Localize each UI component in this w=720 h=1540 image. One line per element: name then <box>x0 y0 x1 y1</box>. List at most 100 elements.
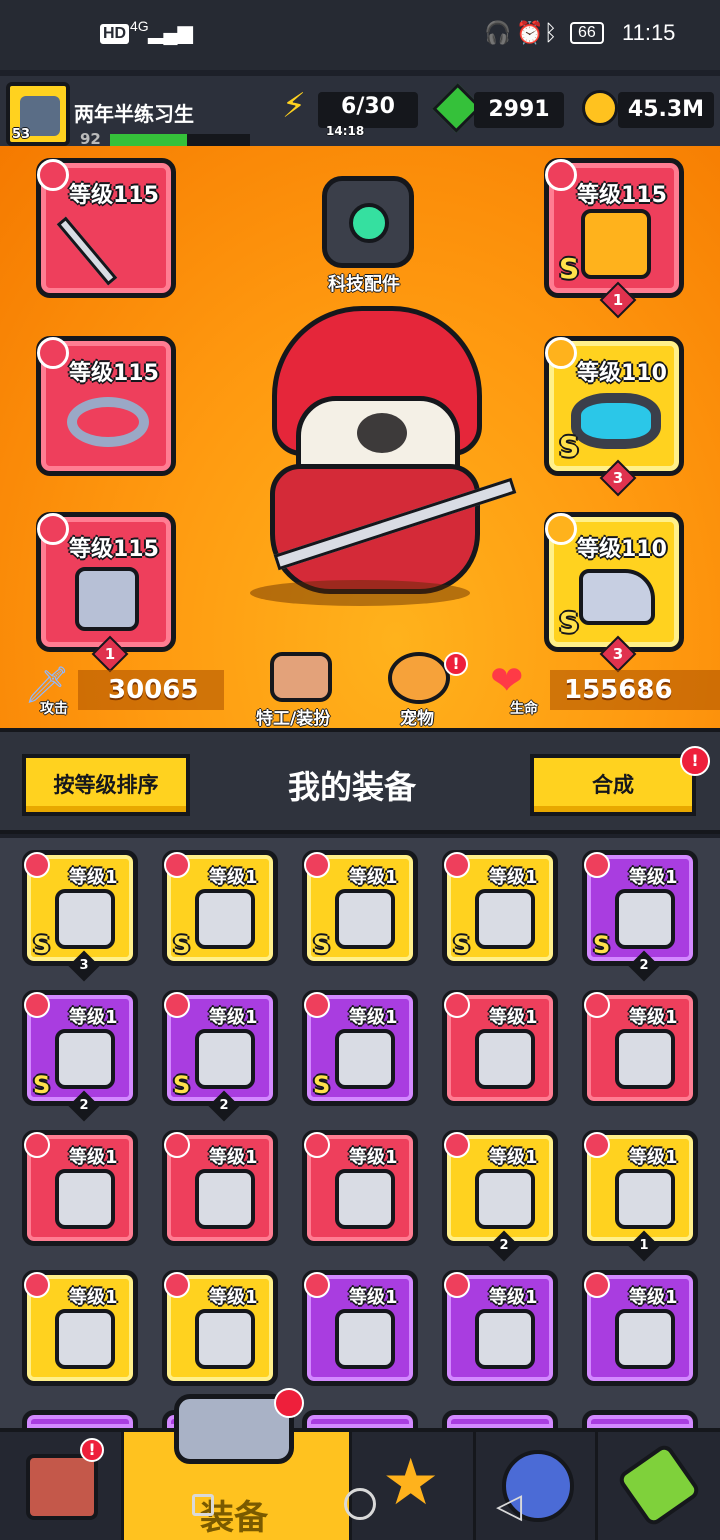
slot-level: 等级115 <box>69 183 159 208</box>
inventory-item-partial[interactable] <box>22 1410 138 1428</box>
merge-button[interactable]: 合成 <box>530 754 696 816</box>
pet-label[interactable]: 宠物 <box>400 704 434 728</box>
mech-armor-icon <box>581 209 651 279</box>
section-title: 我的装备 <box>288 768 417 806</box>
sort-by-level-button[interactable]: 按等级排序 <box>22 754 190 816</box>
item-type-icon <box>304 992 330 1018</box>
item-type-icon <box>304 1272 330 1298</box>
home-button-icon[interactable] <box>344 1488 376 1520</box>
inventory-item[interactable]: 等级1 1 <box>582 1130 698 1262</box>
inventory-item[interactable]: 等级1 <box>582 1270 698 1386</box>
inventory-item[interactable]: 等级1 S 3 <box>22 850 138 982</box>
energy-value: 6/30 <box>318 92 418 128</box>
item-type-icon <box>444 852 470 878</box>
equip-slot-necklace[interactable]: 等级115 <box>36 336 176 476</box>
inventory-item[interactable]: 等级1 <box>162 1130 278 1246</box>
dupe-count: 1 <box>91 635 129 673</box>
dna-battery-icon <box>615 1441 703 1529</box>
sword-icon <box>56 216 118 286</box>
item-level: 等级1 <box>69 867 118 888</box>
inventory-item[interactable]: 等级1 S 2 <box>22 990 138 1122</box>
item-type-icon <box>24 852 50 878</box>
agent-label[interactable]: 特工/装扮 <box>256 704 330 728</box>
clock: 11:15 <box>622 20 676 45</box>
equip-slot-weapon[interactable]: 等级115 <box>36 158 176 298</box>
inventory-item[interactable]: 等级1 <box>582 990 698 1106</box>
item-level: 等级1 <box>209 1287 258 1308</box>
equipment-toolbar: 按等级排序 我的装备 合成 ! <box>0 728 720 834</box>
hero-eyes <box>357 413 407 453</box>
inventory-item-partial[interactable] <box>442 1410 558 1428</box>
inventory-item-partial[interactable] <box>302 1410 418 1428</box>
s-rank-badge: S <box>173 1071 191 1099</box>
inventory-item[interactable]: 等级1 S 2 <box>582 850 698 982</box>
tab-shop[interactable]: ! <box>0 1432 124 1540</box>
dupe-count: 3 <box>68 950 100 982</box>
hero-panel: 等级115 等级115 等级115 1 等级115 S 1 等级110 S 3 … <box>0 146 720 728</box>
armor-type-icon <box>545 159 577 191</box>
item-art-icon <box>475 1029 535 1089</box>
item-art-icon <box>55 889 115 949</box>
recents-button-icon[interactable] <box>192 1494 214 1516</box>
attack-value: 30065 <box>78 670 224 710</box>
inventory-item[interactable]: 等级1 S <box>302 850 418 966</box>
tech-parts-button[interactable] <box>322 176 414 268</box>
tab-talents[interactable]: ★ <box>352 1432 476 1540</box>
tab-world[interactable] <box>476 1432 598 1540</box>
hd-icon: HD <box>100 24 130 44</box>
inventory-item-partial[interactable] <box>582 1410 698 1428</box>
inventory-item[interactable]: 等级1 <box>302 1270 418 1386</box>
pet-dog-icon[interactable] <box>388 652 450 704</box>
item-level: 等级1 <box>629 1007 678 1028</box>
equip-slot-boots[interactable]: 等级110 S 3 <box>544 512 684 673</box>
player-name: 两年半练习生 <box>74 102 194 126</box>
tab-evolution[interactable] <box>598 1432 720 1540</box>
dupe-count: 3 <box>599 459 637 497</box>
item-art-icon <box>195 1309 255 1369</box>
item-type-icon <box>444 1272 470 1298</box>
coin-icon[interactable] <box>582 90 618 126</box>
tab-equipment[interactable]: 装备 <box>124 1388 352 1540</box>
item-art-icon <box>335 889 395 949</box>
item-type-icon <box>584 1272 610 1298</box>
item-type-icon <box>24 1132 50 1158</box>
inventory-item[interactable]: 等级1 S <box>442 850 558 966</box>
slot-level: 等级110 <box>577 361 667 386</box>
energy-timer: 14:18 <box>326 124 365 138</box>
s-rank-badge: S <box>453 931 471 959</box>
item-type-icon <box>24 1272 50 1298</box>
attack-label: 攻击 <box>40 701 68 717</box>
inventory-item[interactable]: 等级1 S 2 <box>162 990 278 1122</box>
slot-level: 等级110 <box>577 537 667 562</box>
agent-icon[interactable] <box>270 652 332 702</box>
energy-icon[interactable]: ⚡ <box>282 86 306 126</box>
item-level: 等级1 <box>349 1147 398 1168</box>
bottom-nav: ! 装备 ★ ◁ <box>0 1388 720 1540</box>
item-level: 等级1 <box>209 1147 258 1168</box>
tech-label: 科技配件 <box>328 274 400 295</box>
dupe-count: 2 <box>628 950 660 982</box>
item-art-icon <box>195 889 255 949</box>
player-header: 53 两年半练习生 92 ⚡ 6/30 14:18 2991 45.3M <box>0 76 720 148</box>
inventory-item[interactable]: 等级1 <box>442 1270 558 1386</box>
weapon-type-icon <box>37 159 69 191</box>
inventory-item[interactable]: 等级1 S <box>302 990 418 1106</box>
s-rank-badge: S <box>313 931 331 959</box>
equip-slot-glove[interactable]: 等级115 1 <box>36 512 176 673</box>
item-level: 等级1 <box>489 1287 538 1308</box>
belt-type-icon <box>545 337 577 369</box>
coins-value: 45.3M <box>618 92 714 128</box>
inventory-item[interactable]: 等级1 2 <box>442 1130 558 1262</box>
hex-core-icon <box>349 203 389 243</box>
inventory-item[interactable]: 等级1 <box>162 1270 278 1386</box>
inventory-item[interactable]: 等级1 S <box>162 850 278 966</box>
equip-slot-armor[interactable]: 等级115 S 1 <box>544 158 684 319</box>
inventory-item[interactable]: 等级1 <box>442 990 558 1106</box>
inventory-item[interactable]: 等级1 <box>22 1270 138 1386</box>
avatar[interactable]: 53 <box>6 82 70 146</box>
inventory-item[interactable]: 等级1 <box>22 1130 138 1246</box>
dupe-count: 1 <box>628 1230 660 1262</box>
equip-slot-belt[interactable]: 等级110 S 3 <box>544 336 684 497</box>
back-button-icon[interactable]: ◁ <box>496 1486 522 1526</box>
inventory-item[interactable]: 等级1 <box>302 1130 418 1246</box>
